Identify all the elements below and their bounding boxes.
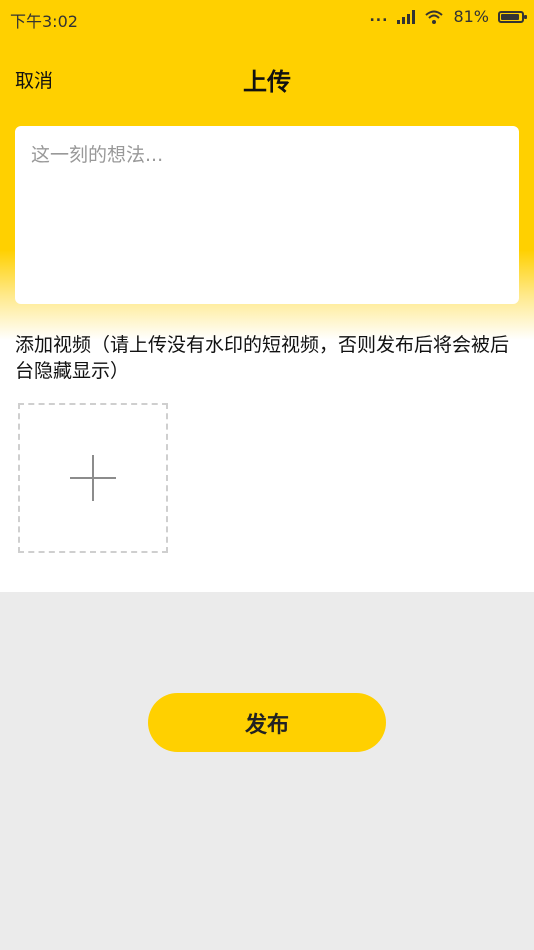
- signal-icon: [397, 9, 416, 24]
- status-time: 下午3:02: [10, 12, 78, 31]
- navigation-header: 取消 上传: [0, 52, 534, 106]
- add-video-label: 添加视频（请上传没有水印的短视频，否则发布后将会被后台隐藏显示）: [15, 334, 510, 382]
- plus-icon: [70, 455, 116, 501]
- add-video-button[interactable]: [18, 403, 168, 553]
- wifi-icon: [425, 10, 444, 24]
- page-title: 上传: [243, 68, 291, 96]
- status-bar: 下午3:02 ... 81%: [0, 0, 534, 36]
- battery-icon: [498, 10, 527, 23]
- status-icons: ... 81%: [369, 7, 527, 26]
- publish-button[interactable]: 发布: [148, 693, 386, 752]
- thoughts-input[interactable]: 这一刻的想法...: [15, 126, 519, 304]
- more-dots-icon: ...: [369, 8, 389, 25]
- battery-percent: 81%: [453, 7, 489, 26]
